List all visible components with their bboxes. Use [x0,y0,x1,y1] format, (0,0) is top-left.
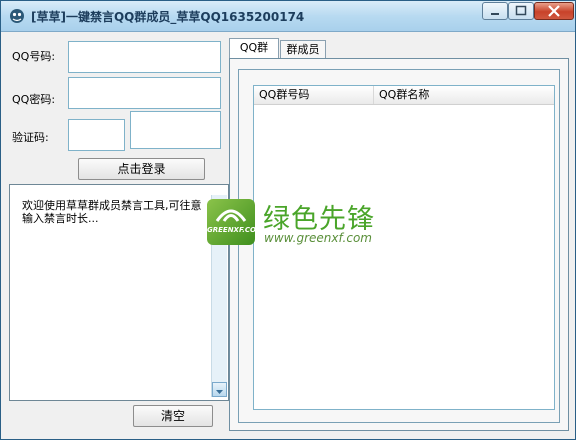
log-textarea[interactable]: 欢迎使用草草群成员禁言工具,可往意输入禁言时长... [9,184,229,401]
minimize-button[interactable] [482,2,508,20]
column-header-group-number[interactable]: QQ群号码 [254,86,374,104]
scroll-down-icon [216,390,223,394]
title-bar[interactable]: [草草]一键禁言QQ群成员_草草QQ1635200174 [1,1,575,32]
maximize-icon [515,5,527,16]
login-button[interactable]: 点击登录 [78,158,205,180]
captcha-label: 验证码: [12,131,49,144]
clear-button[interactable]: 清空 [133,405,213,427]
app-icon [10,9,24,23]
scroll-down-button[interactable] [212,382,227,397]
main-window: [草草]一键禁言QQ群成员_草草QQ1635200174 QQ号码: QQ密码:… [0,0,576,440]
tab-group-members[interactable]: 群成员 [280,40,326,59]
listview-header: QQ群号码 QQ群名称 [254,86,554,105]
wifi-leaf-icon [215,209,247,222]
close-icon [548,5,560,17]
captcha-field[interactable] [68,119,125,151]
maximize-button[interactable] [508,2,534,20]
qq-number-label: QQ号码: [12,50,56,63]
qq-password-label: QQ密码: [12,93,56,106]
watermark-url: www.greenxf.com [264,231,372,245]
watermark-logo-text: GREENXF.COM [207,226,263,234]
column-header-group-name[interactable]: QQ群名称 [374,86,554,104]
qq-password-field[interactable] [68,77,221,109]
window-title: [草草]一键禁言QQ群成员_草草QQ1635200174 [31,10,305,24]
watermark-logo: GREENXF.COM [207,199,263,245]
log-text: 欢迎使用草草群成员禁言工具,可往意输入禁言时长... [22,199,202,225]
minimize-icon [491,13,499,15]
captcha-image[interactable] [130,111,221,149]
group-listview[interactable]: QQ群号码 QQ群名称 [253,85,555,410]
qq-number-field[interactable] [68,41,221,73]
close-button[interactable] [534,2,574,20]
tab-qq-group[interactable]: QQ群 [229,38,279,59]
